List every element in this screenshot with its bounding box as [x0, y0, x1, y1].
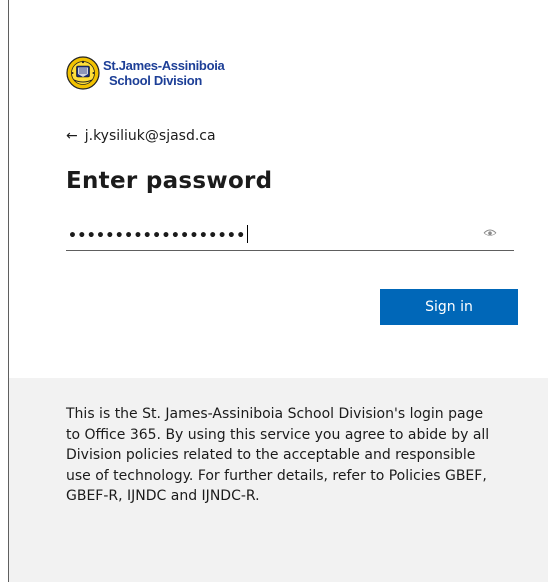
password-input[interactable] — [66, 220, 468, 248]
back-arrow-icon[interactable]: ← — [66, 128, 78, 144]
identity-back-link[interactable]: ← j.kysiliuk@sjasd.ca — [66, 128, 216, 145]
organization-name-line1: St.James-Assiniboia — [103, 58, 225, 73]
school-crest-icon — [66, 56, 100, 90]
organization-name: St.James-Assiniboia School Division — [103, 58, 225, 88]
identity-email: j.kysiliuk@sjasd.ca — [84, 128, 216, 144]
sign-in-button[interactable]: Sign in — [380, 289, 518, 325]
eye-icon[interactable] — [483, 228, 497, 238]
organization-name-line2: School Division — [109, 73, 203, 88]
policy-footer: This is the St. James-Assiniboia School … — [9, 378, 548, 582]
sign-in-card: St.James-Assiniboia School Division ← j.… — [9, 0, 548, 378]
policy-text: This is the St. James-Assiniboia School … — [66, 406, 490, 504]
password-field[interactable]: ••••••••••••••••••• — [66, 220, 514, 251]
organization-logo: St.James-Assiniboia School Division — [66, 56, 225, 90]
page-title: Enter password — [66, 168, 273, 194]
